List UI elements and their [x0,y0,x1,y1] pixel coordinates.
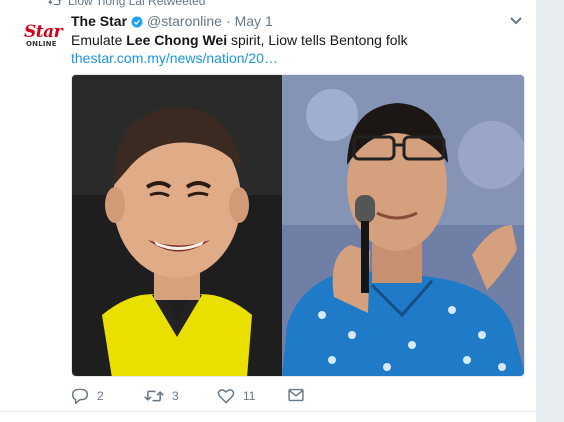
reply-button[interactable]: 2 [71,388,107,404]
tweet-header: The Star @staronline · May 1 [71,11,273,31]
like-button[interactable]: 11 [217,388,255,404]
reply-count: 2 [97,389,104,403]
tweet-text-tail: spirit, Liow tells Bentong folk [227,32,408,48]
tweet-text-lead: Emulate [71,32,127,48]
author-name[interactable]: The Star [71,13,127,29]
avatar[interactable]: Star ONLINE [22,22,63,52]
tweet-media[interactable] [71,74,525,377]
verified-badge-icon [131,16,143,27]
heart-icon [217,389,235,404]
reply-icon [71,388,89,404]
page-gutter [536,0,564,422]
retweet-icon [144,390,164,402]
retweet-context: Liow Tiong Lai Retweeted [48,0,205,8]
media-photo [72,75,524,376]
retweet-count: 3 [172,389,179,403]
tweet-date[interactable]: May 1 [235,13,273,29]
retweet-context-label[interactable]: Liow Tiong Lai Retweeted [68,0,205,8]
avatar-logo-sub: ONLINE [26,40,57,48]
direct-message-button[interactable] [288,388,304,402]
like-count: 11 [243,389,256,403]
card-divider [0,411,536,412]
tweet-text: Emulate Lee Chong Wei spirit, Liow tells… [71,31,408,49]
header-separator: · [225,13,231,29]
chevron-down-icon[interactable] [508,14,524,28]
tweet-card[interactable]: Liow Tiong Lai Retweeted Star ONLINE The… [0,0,536,422]
envelope-icon [288,388,304,402]
avatar-logo-word: Star [24,22,63,42]
tweet-text-highlight: Lee Chong Wei [126,32,228,48]
author-handle[interactable]: @staronline [147,13,222,29]
retweet-icon [48,0,62,6]
tweet-link[interactable]: thestar.com.my/news/nation/20… [71,49,278,67]
retweet-button[interactable]: 3 [144,388,182,404]
